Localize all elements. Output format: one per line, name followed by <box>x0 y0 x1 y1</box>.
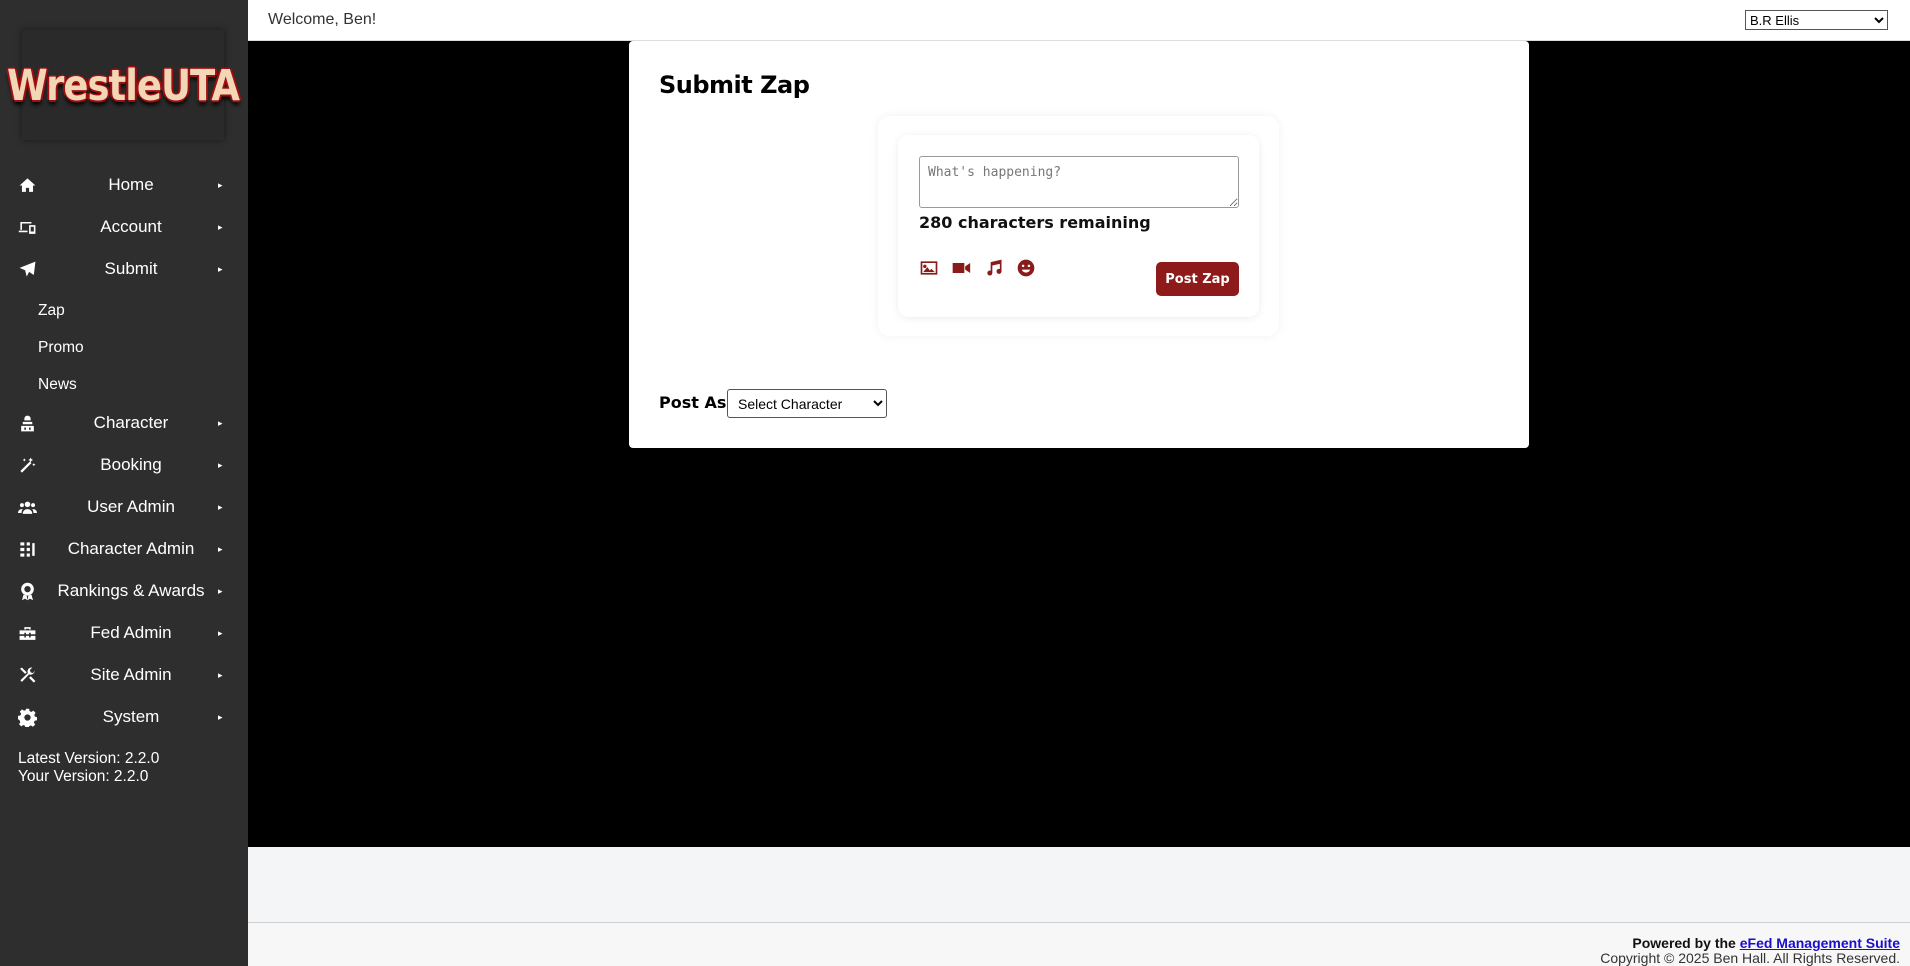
sidebar-item-submit[interactable]: Submit ▸ <box>0 248 248 290</box>
sidebar-item-user-admin[interactable]: User Admin ▸ <box>0 486 248 528</box>
post-as-label: Post As: <box>659 393 733 412</box>
emoji-icon[interactable] <box>1016 258 1036 278</box>
chevron-right-icon: ▸ <box>218 627 223 638</box>
powered-by: Powered by the eFed Management Suite <box>1632 935 1900 951</box>
sidebar-item-label: Character <box>93 413 169 432</box>
powered-by-text: Powered by the <box>1632 935 1740 951</box>
sidebar-item-label: Fed Admin <box>90 623 172 642</box>
footer-spacer <box>248 847 1910 923</box>
chevron-right-icon: ▸ <box>218 263 223 274</box>
footer: Powered by the eFed Management Suite Cop… <box>248 923 1910 966</box>
sidebar-item-label: System <box>102 707 160 726</box>
efed-suite-link[interactable]: eFed Management Suite <box>1740 935 1900 951</box>
characters-remaining: 280 characters remaining <box>919 213 1151 232</box>
logo-text: WrestleUTA <box>6 60 240 110</box>
chevron-right-icon: ▸ <box>218 585 223 596</box>
sidebar-item-label: User Admin <box>87 497 175 516</box>
active-character-select[interactable]: B.R Ellis <box>1745 10 1888 30</box>
toolbox-icon <box>17 623 37 643</box>
latest-version: Latest Version: 2.2.0 <box>18 750 160 767</box>
submit-subitem-news[interactable]: News <box>38 376 77 394</box>
chevron-right-icon: ▸ <box>218 221 223 232</box>
sidebar-item-character[interactable]: Character ▸ <box>0 402 248 444</box>
chevron-right-icon: ▸ <box>218 669 223 680</box>
your-version: Your Version: 2.2.0 <box>18 768 149 785</box>
sidebar-item-home[interactable]: Home ▸ <box>0 164 248 206</box>
submit-subitem-promo[interactable]: Promo <box>38 339 84 357</box>
award-icon <box>17 581 37 601</box>
music-icon[interactable] <box>984 258 1004 278</box>
chevron-right-icon: ▸ <box>218 417 223 428</box>
sidebar-item-system[interactable]: System ▸ <box>0 696 248 738</box>
sidebar-item-account[interactable]: Account ▸ <box>0 206 248 248</box>
chevron-right-icon: ▸ <box>218 711 223 722</box>
sidebar-item-rankings-awards[interactable]: Rankings & Awards ▸ <box>0 570 248 612</box>
post-zap-button[interactable]: Post Zap <box>1156 262 1239 296</box>
magic-wand-icon <box>17 455 37 475</box>
character-icon <box>17 413 37 433</box>
video-icon[interactable] <box>951 258 971 278</box>
chevron-right-icon: ▸ <box>218 543 223 554</box>
image-icon[interactable] <box>919 258 939 278</box>
home-icon <box>17 175 37 195</box>
sidebar-item-label: Rankings & Awards <box>57 581 205 600</box>
top-bar: Welcome, Ben! B.R Ellis <box>248 0 1910 41</box>
page-title: Submit Zap <box>659 71 810 99</box>
sidebar-item-label: Site Admin <box>90 665 172 684</box>
sidebar-item-booking[interactable]: Booking ▸ <box>0 444 248 486</box>
sidebar-item-site-admin[interactable]: Site Admin ▸ <box>0 654 248 696</box>
welcome-message: Welcome, Ben! <box>268 11 377 28</box>
sidebar-item-label: Home <box>108 175 154 194</box>
sidebar-item-label: Submit <box>104 259 158 278</box>
chevron-right-icon: ▸ <box>218 179 223 190</box>
sidebar: WrestleUTA Home ▸ Account ▸ Submit ▸ Zap… <box>0 0 248 966</box>
submit-subitem-zap[interactable]: Zap <box>38 302 65 320</box>
sidebar-item-label: Account <box>100 217 162 236</box>
chevron-right-icon: ▸ <box>218 459 223 470</box>
devices-icon <box>17 217 37 237</box>
paper-plane-icon <box>17 259 37 279</box>
logo[interactable]: WrestleUTA <box>7 30 240 140</box>
sidebar-item-label: Booking <box>100 455 162 474</box>
copyright: Copyright © 2025 Ben Hall. All Rights Re… <box>1600 950 1900 966</box>
users-icon <box>17 497 37 517</box>
post-as-select[interactable]: Select Character <box>727 389 887 418</box>
sidebar-item-fed-admin[interactable]: Fed Admin ▸ <box>0 612 248 654</box>
sidebar-item-character-admin[interactable]: Character Admin ▸ <box>0 528 248 570</box>
zap-textarea[interactable] <box>919 156 1239 208</box>
list-sort-icon <box>17 539 37 559</box>
tools-icon <box>17 665 37 685</box>
chevron-right-icon: ▸ <box>218 501 223 512</box>
sidebar-item-label: Character Admin <box>67 539 195 558</box>
gear-icon <box>17 707 37 727</box>
